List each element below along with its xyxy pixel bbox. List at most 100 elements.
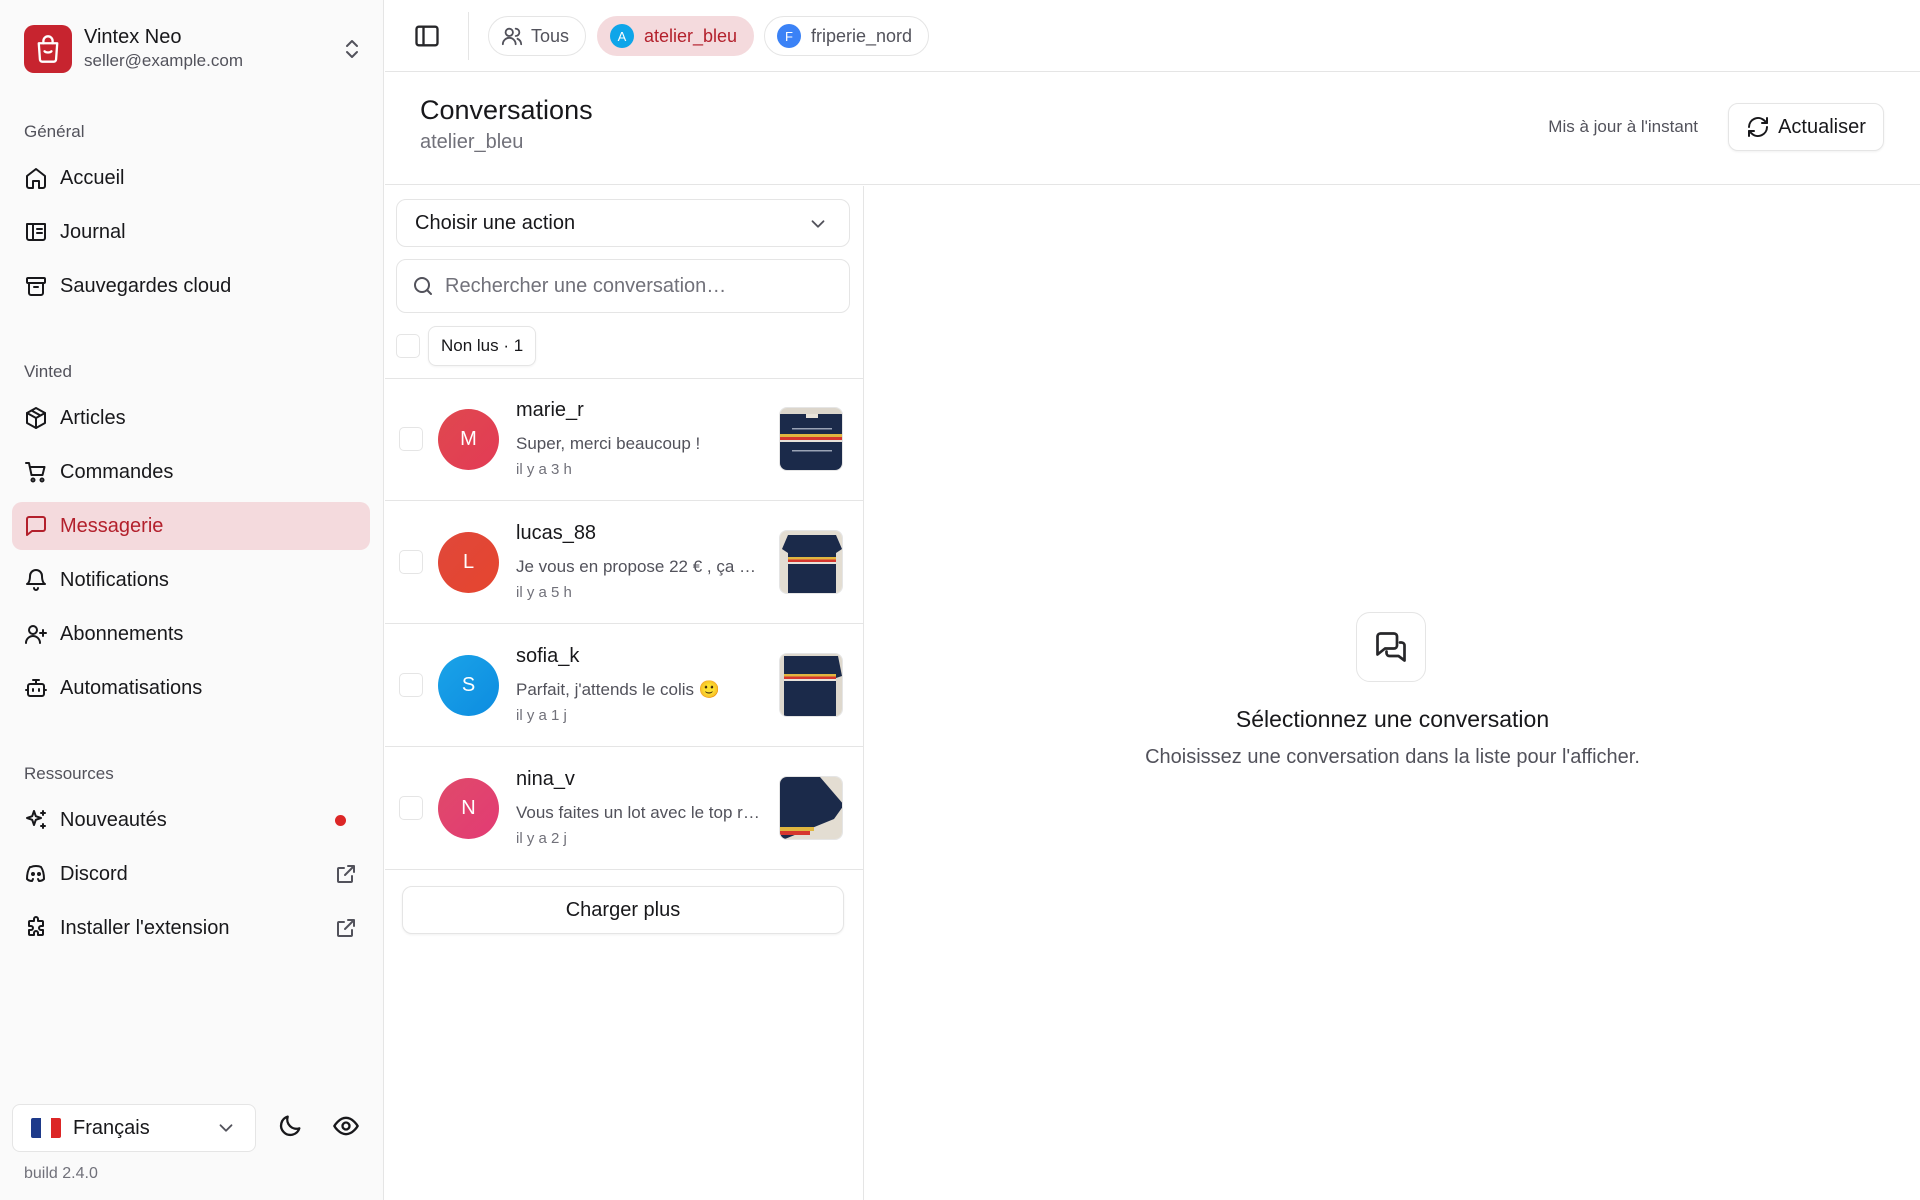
sidebar-item-articles[interactable]: Articles [12, 394, 370, 442]
item-thumbnail [779, 530, 843, 594]
sidebar-item-label: Messagerie [60, 514, 164, 537]
conversation-item[interactable]: N nina_v Vous faites un lot avec le top … [385, 748, 863, 870]
account-avatar: A [610, 24, 634, 48]
search-box [396, 259, 850, 313]
external-link-icon [334, 916, 358, 940]
unread-filter-chip[interactable]: Non lus · 1 [428, 326, 537, 366]
refresh-icon [1746, 115, 1770, 139]
conversation-detail-empty: Sélectionnez une conversation Choisissez… [865, 186, 1920, 1200]
journal-icon [24, 220, 48, 244]
sidebar-item-label: Abonnements [60, 622, 184, 645]
package-icon [24, 406, 48, 430]
conversation-username: lucas_88 [516, 522, 597, 544]
conversation-checkbox[interactable] [399, 550, 423, 574]
sidebar-item-label: Installer l'extension [60, 916, 230, 939]
sidebar-item-nouveautes[interactable]: Nouveautés [12, 796, 370, 844]
eye-icon[interactable] [332, 1112, 360, 1140]
group-label-ressources: Ressources [24, 764, 114, 783]
sidebar-item-abonnements[interactable]: Abonnements [12, 610, 370, 658]
conversation-preview: Parfait, j'attends le colis 🙂 [516, 680, 720, 699]
sidebar-toggle-icon[interactable] [413, 22, 441, 50]
conversation-checkbox[interactable] [399, 796, 423, 820]
conversation-item[interactable]: M marie_r Super, merci beaucoup ! il y a… [385, 379, 863, 501]
sidebar-item-commandes[interactable]: Commandes [12, 448, 370, 496]
chip-label: atelier_bleu [644, 25, 738, 46]
sidebar-item-label: Nouveautés [60, 808, 167, 831]
bell-icon [24, 568, 48, 592]
sidebar-item-label: Sauvegardes cloud [60, 274, 232, 297]
language-select[interactable]: Français [12, 1104, 256, 1152]
conversation-time: il y a 2 j [516, 830, 567, 847]
messages-icon [1356, 612, 1426, 682]
avatar: N [438, 778, 499, 839]
account-chip-atelier-bleu[interactable]: A atelier_bleu [597, 16, 755, 56]
cart-icon [24, 460, 48, 484]
chevrons-up-down-icon[interactable] [340, 37, 364, 61]
conversation-username: marie_r [516, 399, 584, 421]
account-name: Vintex Neo [84, 26, 182, 48]
conversation-checkbox[interactable] [399, 427, 423, 451]
conversation-time: il y a 1 j [516, 707, 567, 724]
chevron-down-icon [215, 1117, 237, 1139]
sidebar-item-accueil[interactable]: Accueil [12, 154, 370, 202]
divider [468, 12, 469, 60]
search-input[interactable] [445, 274, 825, 298]
conversation-username: nina_v [516, 768, 575, 790]
archive-icon [24, 274, 48, 298]
group-label-general: Général [24, 122, 85, 141]
sidebar-item-journal[interactable]: Journal [12, 208, 370, 256]
account-chip-friperie-nord[interactable]: F friperie_nord [764, 16, 930, 56]
avatar: M [438, 409, 499, 470]
sparkles-icon [24, 808, 48, 832]
moon-icon[interactable] [276, 1112, 304, 1140]
conversation-preview: Super, merci beaucoup ! [516, 434, 701, 453]
bot-icon [24, 676, 48, 700]
chip-label: Tous [531, 25, 570, 46]
avatar: L [438, 532, 499, 593]
conversation-item[interactable]: L lucas_88 Je vous en propose 22 € , ça … [385, 502, 863, 624]
sidebar-item-extension[interactable]: Installer l'extension [12, 904, 370, 952]
account-email: seller@example.com [84, 51, 243, 70]
item-thumbnail [779, 653, 843, 717]
sidebar-item-label: Articles [60, 406, 126, 429]
conversation-checkbox[interactable] [399, 673, 423, 697]
build-version: build 2.4.0 [24, 1165, 98, 1182]
avatar: S [438, 655, 499, 716]
sidebar-item-label: Notifications [60, 568, 169, 591]
chip-label: friperie_nord [811, 25, 913, 46]
sidebar-item-label: Accueil [60, 166, 125, 189]
sidebar-item-discord[interactable]: Discord [12, 850, 370, 898]
empty-state-subtitle: Choisissez une conversation dans la list… [1145, 746, 1640, 768]
sidebar-item-sauvegardes[interactable]: Sauvegardes cloud [12, 262, 370, 310]
filter-row: Non lus · 1 [396, 326, 537, 366]
search-icon [411, 274, 435, 298]
account-avatar: F [777, 24, 801, 48]
group-label-vinted: Vinted [24, 362, 72, 381]
user-plus-icon [24, 622, 48, 646]
refresh-button[interactable]: Actualiser [1728, 103, 1884, 151]
chevron-down-icon [807, 213, 829, 235]
sidebar-item-messagerie[interactable]: Messagerie [12, 502, 370, 550]
discord-icon [24, 862, 48, 886]
sidebar: Vintex Neo seller@example.com Général Ac… [0, 0, 384, 1200]
page-subtitle: atelier_bleu [420, 131, 524, 153]
conversation-preview: Vous faites un lot avec le top rayé ? [516, 803, 760, 822]
account-switcher[interactable]: Vintex Neo seller@example.com [24, 24, 364, 74]
sidebar-item-automatisations[interactable]: Automatisations [12, 664, 370, 712]
select-all-checkbox[interactable] [396, 334, 420, 358]
users-icon [501, 25, 523, 47]
sidebar-item-notifications[interactable]: Notifications [12, 556, 370, 604]
account-chip-all[interactable]: Tous [488, 16, 587, 56]
new-dot-badge [335, 815, 346, 826]
refresh-label: Actualiser [1778, 115, 1866, 138]
load-more-button[interactable]: Charger plus [402, 886, 844, 934]
topbar: Tous A atelier_bleu F friperie_nord [385, 0, 1920, 72]
brand-logo [24, 25, 72, 73]
sidebar-item-label: Automatisations [60, 676, 203, 699]
conversation-time: il y a 5 h [516, 584, 572, 601]
item-thumbnail [779, 407, 843, 471]
sidebar-item-label: Journal [60, 220, 126, 243]
bulk-action-select[interactable]: Choisir une action [396, 199, 850, 247]
conversation-item[interactable]: S sofia_k Parfait, j'attends le colis 🙂 … [385, 625, 863, 747]
france-flag-icon [31, 1118, 61, 1138]
